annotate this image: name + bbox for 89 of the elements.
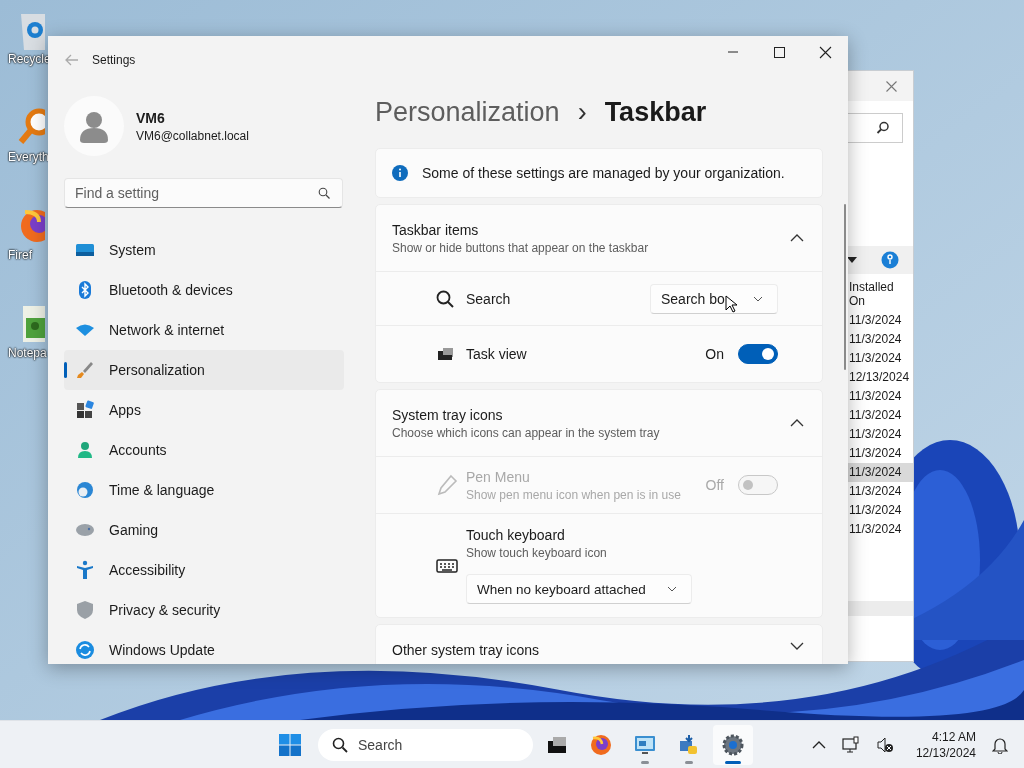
nav-item[interactable]: System xyxy=(64,230,344,270)
section-title: Taskbar items xyxy=(392,221,480,238)
task-view-icon xyxy=(436,345,454,363)
setting-description: Show touch keyboard icon xyxy=(466,546,607,560)
accessibility-icon xyxy=(75,560,95,580)
keyboard-icon xyxy=(436,557,458,574)
search-icon xyxy=(318,187,330,199)
nav-item[interactable]: Personalization xyxy=(64,350,344,390)
chevron-down-icon[interactable] xyxy=(790,642,804,650)
search-icon xyxy=(332,736,348,753)
scrollbar[interactable] xyxy=(844,204,846,370)
apps-icon xyxy=(75,400,95,420)
desktop-icon-label: Firef xyxy=(8,248,32,262)
accounts-icon xyxy=(75,440,95,460)
table-cell[interactable]: 12/13/2024 xyxy=(847,368,913,387)
nav-item[interactable]: Accounts xyxy=(64,430,344,470)
toggle-state-label: On xyxy=(705,346,724,362)
update-icon xyxy=(75,640,95,660)
nav-item[interactable]: Accessibility xyxy=(64,550,344,590)
table-cell[interactable]: 11/3/2024 xyxy=(847,482,913,501)
start-icon[interactable] xyxy=(278,732,302,757)
search-field[interactable] xyxy=(845,113,903,143)
column-header[interactable]: Installed On xyxy=(849,280,913,308)
user-email: VM6@collabnet.local xyxy=(136,128,249,143)
table-cell[interactable]: 11/3/2024 xyxy=(847,425,913,444)
clock-date[interactable]: 12/13/2024 xyxy=(915,745,976,760)
table-cell[interactable]: 11/3/2024 xyxy=(847,463,913,482)
table-cell[interactable]: 11/3/2024 xyxy=(847,349,913,368)
nav-item[interactable]: Privacy & security xyxy=(64,590,344,630)
table-cell[interactable]: 11/3/2024 xyxy=(847,311,913,330)
nav-item[interactable]: Gaming xyxy=(64,510,344,550)
chevron-up-icon[interactable] xyxy=(790,419,804,427)
table-cell[interactable]: 11/3/2024 xyxy=(847,501,913,520)
time-icon xyxy=(75,480,95,500)
nav-item[interactable]: Windows Update xyxy=(64,630,344,664)
table-cell[interactable]: 11/3/2024 xyxy=(847,387,913,406)
section-subtitle: Choose which icons can appear in the system tray xyxy=(392,425,661,440)
notification-bell-icon[interactable] xyxy=(992,735,1008,754)
personalization-icon xyxy=(75,360,95,380)
search-field[interactable]: Find a setting xyxy=(64,178,343,208)
setting-label: Pen Menu xyxy=(466,468,531,485)
section-title: Other system tray icons xyxy=(392,642,541,658)
toggle-state-label: Off xyxy=(705,477,724,493)
chevron-down-icon xyxy=(667,586,677,592)
info-text: Some of these settings are managed by your organization. xyxy=(422,165,785,181)
table-cell[interactable]: 11/3/2024 xyxy=(847,444,913,463)
settings-icon xyxy=(721,732,745,757)
info-icon xyxy=(392,165,408,181)
setting-label: Touch keyboard xyxy=(466,527,566,543)
dropdown[interactable]: When no keyboard attached xyxy=(466,574,692,604)
nav-item[interactable]: Network & internet xyxy=(64,310,344,350)
help-icon[interactable] xyxy=(881,251,899,269)
nav-item[interactable]: Apps xyxy=(64,390,344,430)
desktop-icon-label: Notepa xyxy=(8,346,47,360)
dropdown-arrow-icon[interactable] xyxy=(847,257,857,263)
chevron-up-icon[interactable] xyxy=(790,234,804,242)
window-title: Settings xyxy=(92,53,136,67)
close-icon[interactable] xyxy=(886,80,897,92)
browser-icon xyxy=(589,732,613,757)
avatar-icon xyxy=(64,96,124,156)
setting-label: Task view xyxy=(466,346,527,362)
desktop-icon-label: Everyth xyxy=(8,150,49,164)
search-icon xyxy=(436,289,454,308)
nav-item[interactable]: Time & language xyxy=(64,470,344,510)
page-title: Taskbar xyxy=(604,96,707,128)
dropdown[interactable]: Search bo xyxy=(650,283,778,314)
taskbar-app[interactable] xyxy=(713,724,753,765)
search-icon xyxy=(876,121,890,135)
breadcrumb-link[interactable]: Personalization xyxy=(375,96,560,128)
breadcrumb-separator: › xyxy=(577,96,587,128)
user-name: VM6 xyxy=(136,109,166,126)
toggle-switch[interactable] xyxy=(738,344,778,364)
search-field[interactable]: Search xyxy=(318,728,533,761)
speaker-muted-icon[interactable] xyxy=(875,735,894,754)
clock-time[interactable]: 4:12 AM xyxy=(931,729,976,744)
mouse-pointer-icon xyxy=(725,294,737,313)
setting-label: Search xyxy=(466,290,511,307)
nav-item[interactable]: Bluetooth & devices xyxy=(64,270,344,310)
chevron-down-icon xyxy=(753,295,763,302)
setting-description: Show pen menu icon when pen is in use xyxy=(466,487,681,502)
table-cell[interactable]: 11/3/2024 xyxy=(847,406,913,425)
table-cell[interactable]: 11/3/2024 xyxy=(847,330,913,349)
section-subtitle: Show or hide buttons that appear on the taskbar xyxy=(392,240,650,255)
privacy-icon xyxy=(75,600,95,620)
network-icon[interactable] xyxy=(841,735,860,754)
table-cell[interactable]: 11/3/2024 xyxy=(847,520,913,539)
section-title: System tray icons xyxy=(392,406,504,423)
chevron-up-icon[interactable] xyxy=(811,740,826,749)
pen-icon xyxy=(436,474,458,496)
